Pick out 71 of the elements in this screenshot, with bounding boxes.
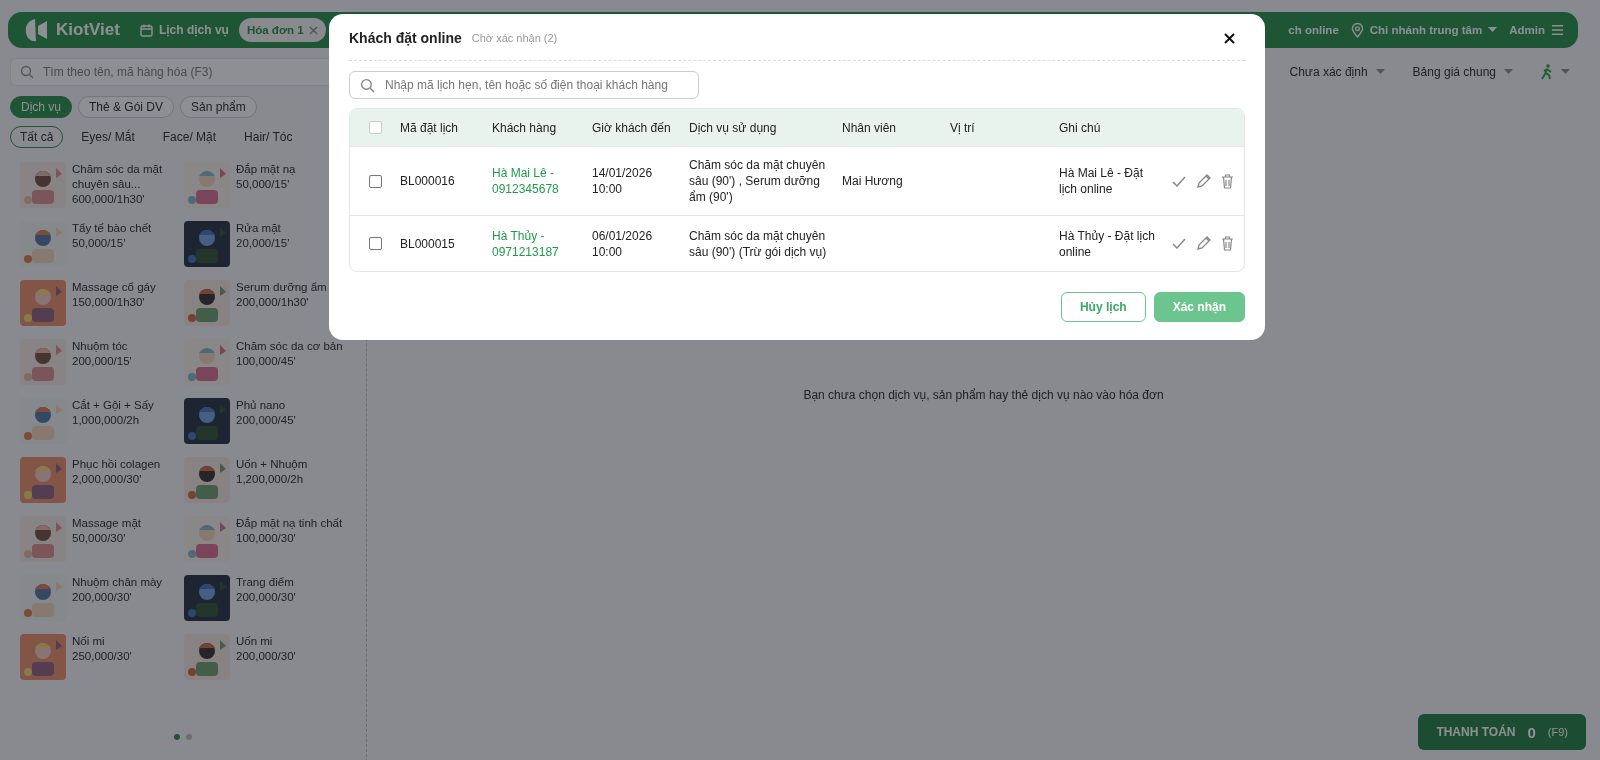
product-price: 250,000/30' [72,649,133,664]
customer-link[interactable]: Hà Thủy - 0971213187 [492,227,582,260]
product-name[interactable]: Phục hồi colagen [72,457,172,472]
column-header: Giờ khách đến [592,119,672,136]
product-price: 50,000/15' [72,236,127,251]
product-name[interactable]: Đắp mặt nạ tinh chất [236,516,360,531]
product-name[interactable]: Nối mi [72,634,172,649]
product-name[interactable]: Chăm sóc da mặt chuyên sâu... [72,162,172,192]
column-header: Mã đặt lịch [400,119,460,136]
modal-title: Khách đặt online [349,30,462,46]
branch-dropdown[interactable]: Chi nhánh trung tâm [1350,22,1498,38]
product-price: 1,000,000/2h [72,413,141,428]
table-cell: BL000015 [400,236,455,251]
customer-link[interactable]: Hà Mai Lê - 0912345678 [492,165,582,197]
product-price: 200,000/1h30' [236,295,310,310]
filter-tab[interactable]: Face/ Mặt [152,126,227,148]
product-price: 200,000/45' [236,413,297,428]
product-name[interactable]: Chăm sóc da cơ bản [236,339,360,354]
product-price: 50,000/15' [236,177,291,192]
product-name[interactable]: Tẩy tế bào chết [72,221,172,236]
filter-tab[interactable]: Eyes/ Mắt [71,126,145,148]
column-header: Nhân viên [842,119,898,136]
admin-menu[interactable]: Admin [1509,24,1564,36]
category-tab[interactable]: Dịch vụ [10,96,72,118]
product-name[interactable]: Trang điểm [236,575,360,590]
product-price: 200,000/30' [236,590,297,605]
column-header: Khách hàng [492,119,558,136]
nav-tab[interactable]: Lịch dịch vụ [133,17,235,43]
filter-tab[interactable]: Hair/ Tóc [234,126,303,148]
empty-message: Bạn chưa chọn dịch vụ, sản phẩm hay thẻ dịch vụ nào vào hóa đơn [803,388,1164,402]
booking-link[interactable]: ch online [1288,24,1339,36]
table-cell-text: 14/01/2026 10:00 [592,165,654,197]
table-cell-text: 06/01/2026 10:00 [592,227,654,260]
product-price: 2,000,000/30' [72,472,143,487]
product-name[interactable]: Uốn mi [236,634,360,649]
product-name[interactable]: Massage cổ gáy [72,280,172,295]
modal-subtitle: Chờ xác nhận (2) [471,32,558,44]
product-name[interactable]: Massage mặt [72,516,172,531]
invoice-tab[interactable]: Hóa đơn 1 [238,18,326,42]
category-tab[interactable]: Thẻ & Gói DV [78,96,175,118]
product-name[interactable]: Uốn + Nhuộm [236,457,360,472]
table-cell-text: Hà Mai Lê - Đặt lịch online [1059,165,1145,197]
category-tab[interactable]: Sản phẩm [180,96,257,118]
column-header: Vị trí [950,119,976,136]
cancel-button[interactable]: Hủy lịch [1060,292,1146,322]
booking-search-field[interactable]: Nhập mã lịch hẹn, tên hoặc số điện thoại khách hàng [349,71,699,99]
column-header: Ghi chú [1059,119,1102,136]
product-price: 200,000/30' [72,590,133,605]
table-cell: BL000016 [400,174,455,188]
pay-button[interactable]: THANH TOÁN 0 (F9) [1418,714,1586,750]
column-header: Dịch vụ sử dụng [689,119,778,136]
product-price: 1,200,000/2h [236,472,305,487]
table-cell-text: Hà Thủy - Đặt lịch online [1059,227,1156,260]
table-cell: Mai Hương [842,174,903,188]
logo-text: KiotViet [56,20,120,40]
product-price: 100,000/45' [236,354,297,369]
product-name[interactable]: Cắt + Gội + Sấy [72,398,172,413]
table-cell-text: Chăm sóc da mặt chuyên sâu (90') (Trừ gói dịch vụ) [689,227,828,260]
product-name[interactable]: Nhuộm tóc [72,339,172,354]
toolbar-dropdown[interactable]: Chưa xác định [1289,64,1385,80]
product-price: 150,000/1h30' [72,295,146,310]
product-name[interactable]: Phủ nano [236,398,360,413]
table-cell-text: Chăm sóc da mặt chuyên sâu (90') , Serum dưỡng ẩm (90') [689,157,827,205]
product-price: 50,000/30' [72,531,127,546]
product-name[interactable]: Nhuộm chân mày [72,575,172,590]
product-price: 200,000/15' [72,354,133,369]
product-price: 600,000/1h30' [72,192,146,207]
product-price: 20,000/15' [236,236,291,251]
product-price: 100,000/30' [236,531,297,546]
toolbar-dropdown[interactable]: Bảng giá chung [1412,64,1513,80]
product-price: 200,000/30' [236,649,297,664]
